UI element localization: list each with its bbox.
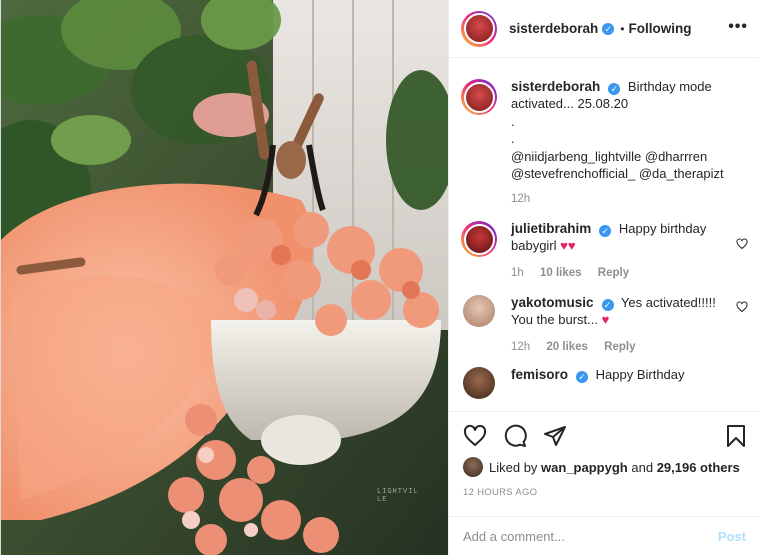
following-button[interactable]: Following bbox=[628, 21, 691, 36]
comment-likes[interactable]: 20 likes bbox=[546, 341, 588, 353]
caption-dot: . bbox=[511, 130, 515, 146]
comment-avatar[interactable] bbox=[463, 295, 495, 327]
comment-text-block: femisoro ✓ Happy Birthday bbox=[511, 367, 748, 384]
verified-badge-icon: ✓ bbox=[599, 225, 612, 237]
caption-text-block: sisterdeborah ✓ Birthday mode activated..… bbox=[511, 79, 748, 112]
avatar bbox=[463, 13, 495, 44]
photo-illustration bbox=[1, 0, 448, 555]
caption-mentions[interactable]: @stevefrenchofficial_ @da_therapizt bbox=[511, 166, 748, 183]
comment-item: femisoro ✓ Happy Birthday bbox=[461, 353, 748, 399]
reply-button[interactable]: Reply bbox=[598, 267, 629, 279]
comment-username[interactable]: femisoro bbox=[511, 367, 568, 382]
like-comment-heart-icon[interactable] bbox=[736, 238, 748, 250]
caption: sisterdeborah ✓ Birthday mode activated..… bbox=[461, 59, 748, 205]
ellipsis-icon[interactable]: ••• bbox=[728, 18, 748, 36]
caption-body: sisterdeborah ✓ Birthday mode activated..… bbox=[511, 79, 748, 205]
comment-likes[interactable]: 10 likes bbox=[540, 267, 582, 279]
instagram-post: LIGHTVILLE sisterdeborah ✓ • Following •… bbox=[0, 0, 758, 555]
comment-body: yakotomusic ✓ Yes activated!!!!! You the … bbox=[511, 295, 748, 353]
comment-text: You the burst... bbox=[511, 311, 598, 327]
liked-by-conj: and bbox=[631, 459, 654, 475]
comment-text: Happy birthday bbox=[618, 221, 707, 236]
post-timestamp[interactable]: 12 HOURS AGO bbox=[463, 487, 537, 498]
comment-text: Yes activated!!!!! bbox=[620, 295, 716, 310]
comments-list[interactable]: sisterdeborah ✓ Birthday mode activated..… bbox=[449, 59, 758, 410]
reply-button[interactable]: Reply bbox=[604, 341, 635, 353]
post-actions: Liked by wan_pappygh and 29,196 others 1… bbox=[449, 411, 758, 554]
comment-text-block: yakotomusic ✓ Yes activated!!!!! bbox=[511, 295, 748, 312]
verified-badge-icon: ✓ bbox=[608, 83, 621, 95]
comment-text-cont: babygirl ♥♥ bbox=[511, 238, 748, 255]
photo-watermark: LIGHTVILLE bbox=[377, 488, 419, 504]
comment-item: yakotomusic ✓ Yes activated!!!!! You the … bbox=[461, 279, 748, 353]
caption-meta: 12h bbox=[511, 193, 748, 205]
comment-username[interactable]: yakotomusic bbox=[511, 295, 594, 310]
red-heart-icon: ♥♥ bbox=[560, 237, 576, 253]
add-comment-bar: Post bbox=[449, 516, 758, 555]
caption-mentions[interactable]: @niidjarbeng_lightville @dharrren bbox=[511, 149, 748, 166]
red-heart-icon: ♥ bbox=[601, 311, 610, 327]
comment-text: Happy Birthday bbox=[595, 367, 685, 382]
comment-meta: 12h 20 likes Reply bbox=[511, 341, 748, 353]
post-side-panel: sisterdeborah ✓ • Following ••• sisterde… bbox=[448, 0, 758, 555]
story-ring-avatar[interactable] bbox=[461, 10, 497, 47]
comment-avatar[interactable] bbox=[461, 221, 497, 257]
verified-badge-icon: ✓ bbox=[602, 22, 615, 35]
post-header: sisterdeborah ✓ • Following ••• bbox=[449, 0, 758, 58]
comment-meta: 1h 10 likes Reply bbox=[511, 267, 748, 279]
share-paper-plane-icon[interactable] bbox=[543, 424, 567, 448]
comment-username[interactable]: julietibrahim bbox=[511, 221, 591, 236]
comment-time[interactable]: 12h bbox=[511, 341, 530, 353]
comment-item: julietibrahim ✓ Happy birthday babygirl ♥… bbox=[461, 205, 748, 279]
header-separator: • bbox=[620, 21, 625, 36]
verified-badge-icon: ✓ bbox=[576, 371, 589, 383]
action-icons bbox=[463, 424, 567, 448]
like-comment-heart-icon[interactable] bbox=[736, 301, 748, 313]
avatar bbox=[463, 81, 495, 113]
likes-summary: Liked by wan_pappygh and 29,196 others bbox=[463, 457, 740, 477]
comment-text-cont: You the burst... ♥ bbox=[511, 312, 748, 329]
liked-by-user[interactable]: wan_pappygh bbox=[541, 460, 628, 475]
header-username[interactable]: sisterdeborah bbox=[509, 21, 598, 36]
caption-time[interactable]: 12h bbox=[511, 193, 530, 205]
save-bookmark-icon[interactable] bbox=[724, 424, 748, 448]
avatar bbox=[463, 223, 495, 255]
comment-body: julietibrahim ✓ Happy birthday babygirl ♥… bbox=[511, 221, 748, 279]
verified-badge-icon: ✓ bbox=[601, 299, 614, 311]
liker-avatar[interactable] bbox=[463, 457, 483, 477]
post-photo[interactable]: LIGHTVILLE bbox=[1, 0, 448, 555]
like-heart-icon[interactable] bbox=[463, 424, 487, 448]
add-comment-input[interactable] bbox=[463, 528, 718, 544]
caption-username[interactable]: sisterdeborah bbox=[511, 79, 600, 94]
liked-by-prefix: Liked by bbox=[489, 459, 538, 475]
comment-avatar[interactable] bbox=[463, 367, 495, 399]
post-comment-button[interactable]: Post bbox=[718, 529, 746, 544]
comment-time[interactable]: 1h bbox=[511, 267, 524, 279]
comment-bubble-icon[interactable] bbox=[503, 424, 527, 448]
comment-text-block: julietibrahim ✓ Happy birthday bbox=[511, 221, 748, 238]
caption-dot: . bbox=[511, 114, 515, 129]
comment-body: femisoro ✓ Happy Birthday bbox=[511, 367, 748, 399]
caption-avatar[interactable] bbox=[461, 79, 497, 115]
comment-text: babygirl bbox=[511, 237, 557, 253]
liked-by-others[interactable]: 29,196 others bbox=[657, 460, 740, 475]
